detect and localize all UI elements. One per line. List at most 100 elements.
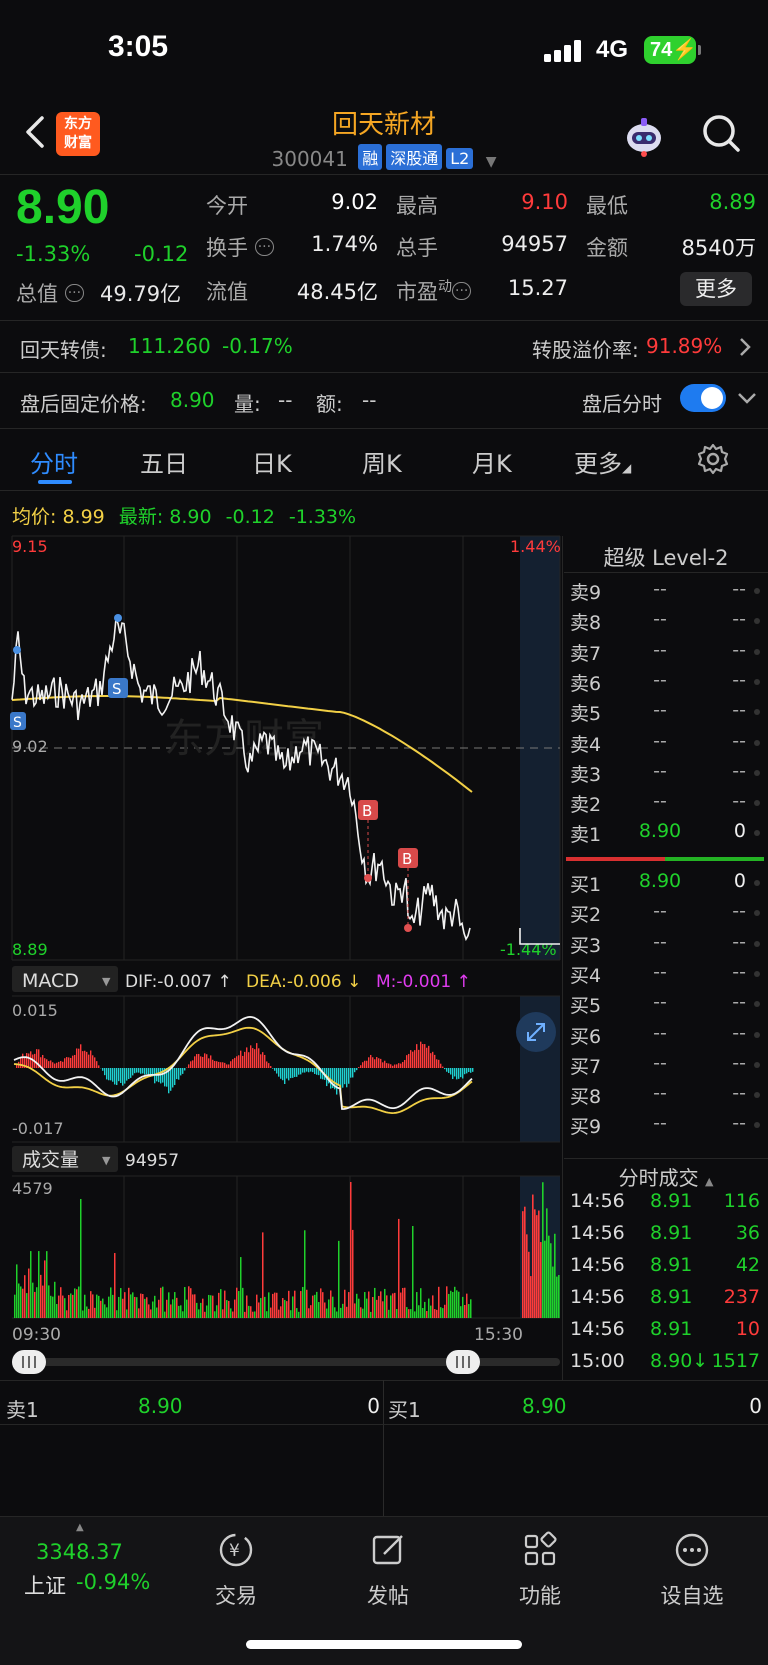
tab-monthly-k[interactable]: 月K <box>472 444 512 479</box>
ask-row[interactable]: 卖9 -- -- <box>570 578 760 608</box>
volume-bar <box>230 1308 232 1318</box>
gear-icon[interactable] <box>696 442 730 476</box>
info-icon[interactable]: ··· <box>254 238 275 256</box>
volume-bar <box>336 1311 338 1318</box>
turnover-label[interactable]: 换手 ··· <box>206 232 275 262</box>
ask-volume: -- <box>732 790 746 813</box>
bottom-bid-vol: 0 <box>749 1394 762 1418</box>
volume-bar <box>302 1286 304 1318</box>
macd-bar <box>234 1057 236 1068</box>
bid-row[interactable]: 买9 -- -- <box>570 1112 760 1142</box>
avg-label: 均价: <box>12 506 57 528</box>
premium-label[interactable]: 转股溢价率: <box>532 334 639 363</box>
status-dot <box>754 588 760 594</box>
macd-bar <box>190 1061 192 1068</box>
chevron-down-icon[interactable] <box>736 390 758 406</box>
macd-bar <box>36 1049 38 1068</box>
dropdown-caret-icon[interactable]: ▼ <box>486 154 497 170</box>
afterhours-vol: -- <box>278 388 293 412</box>
macd-bar <box>418 1049 420 1068</box>
tab-more[interactable]: 更多◢ <box>574 444 631 479</box>
afterhours-toggle[interactable] <box>680 384 726 412</box>
macd-bar <box>222 1062 224 1068</box>
volume-bar <box>348 1292 350 1318</box>
nav-functions[interactable]: 功能 <box>480 1530 600 1610</box>
nav-post[interactable]: 发帖 <box>328 1530 448 1610</box>
caret-up-icon: ▲ <box>76 1522 84 1533</box>
more-quote-button[interactable]: 更多 <box>680 272 752 306</box>
macd-bar <box>86 1051 88 1068</box>
ask-row[interactable]: 卖6 -- -- <box>570 669 760 699</box>
macd-dea: DEA:-0.006 ↓ <box>246 972 361 992</box>
tab-intraday[interactable]: 分时 <box>30 444 78 479</box>
volume-bar <box>148 1304 150 1318</box>
macd-bar <box>448 1068 450 1073</box>
ask-row[interactable]: 卖1 8.90 0 <box>570 820 760 850</box>
bid-label: 买1 <box>570 874 602 896</box>
tab-five-day[interactable]: 五日 <box>140 444 188 479</box>
turnover-label-text: 换手 <box>206 236 248 260</box>
bid-price: -- <box>653 1021 667 1044</box>
robot-assistant-icon[interactable] <box>622 114 666 158</box>
volume-bar <box>416 1292 418 1318</box>
bid-row[interactable]: 买5 -- -- <box>570 991 760 1021</box>
macd-bar <box>124 1068 126 1084</box>
macd-bar <box>60 1060 62 1068</box>
bond-label[interactable]: 回天转债: <box>20 334 107 363</box>
intraday-chart[interactable]: 东方财富 9.15 1.44% 9.02 8.89 -1.44% S S B B… <box>0 530 564 1390</box>
volume-bar <box>60 1287 62 1318</box>
divider <box>0 1424 768 1425</box>
info-icon[interactable]: ··· <box>64 284 85 302</box>
nav-watchlist[interactable]: 设自选 <box>632 1530 752 1610</box>
volume-bar <box>260 1298 262 1318</box>
info-icon[interactable]: ··· <box>452 282 472 300</box>
bid-row[interactable]: 买7 -- -- <box>570 1052 760 1082</box>
macd-bar <box>226 1064 228 1068</box>
volume-bar <box>384 1288 386 1318</box>
index-pct[interactable]: -0.94% <box>76 1570 150 1594</box>
bid-row[interactable]: 买4 -- -- <box>570 961 760 991</box>
ask-row[interactable]: 卖2 -- -- <box>570 790 760 820</box>
range-handle-left[interactable] <box>12 1350 46 1374</box>
range-handle-right[interactable] <box>446 1350 480 1374</box>
nav-trade[interactable]: ¥ 交易 <box>176 1530 296 1610</box>
bid-row[interactable]: 买8 -- -- <box>570 1082 760 1112</box>
volume-bar <box>314 1294 316 1318</box>
ask-row[interactable]: 卖4 -- -- <box>570 730 760 760</box>
volume-bar <box>402 1287 404 1318</box>
volume-bar <box>154 1295 156 1318</box>
volume-bar <box>202 1298 204 1318</box>
ask-row[interactable]: 卖3 -- -- <box>570 760 760 790</box>
search-icon[interactable] <box>700 112 742 154</box>
volume-bar <box>144 1298 146 1318</box>
volume-bar <box>106 1307 108 1318</box>
index-value[interactable]: 3348.37 <box>36 1540 123 1564</box>
volume-bar <box>264 1296 266 1318</box>
volume-bar <box>382 1301 384 1318</box>
volume-bar <box>150 1309 152 1318</box>
market-cap-label[interactable]: 总值 ··· <box>16 278 85 308</box>
pe-label[interactable]: 市盈动 ··· <box>396 276 472 306</box>
bid-volume: -- <box>732 1082 746 1105</box>
ask-row[interactable]: 卖5 -- -- <box>570 699 760 729</box>
home-indicator[interactable] <box>246 1640 522 1649</box>
tab-weekly-k[interactable]: 周K <box>362 444 402 479</box>
tab-daily-k[interactable]: 日K <box>252 444 292 479</box>
bid-row[interactable]: 买6 -- -- <box>570 1022 760 1052</box>
macd-bar <box>210 1055 212 1068</box>
expand-chart-button[interactable] <box>516 1012 556 1052</box>
volume-bar <box>418 1305 420 1318</box>
bid-row[interactable]: 买3 -- -- <box>570 931 760 961</box>
bid-row[interactable]: 买2 -- -- <box>570 900 760 930</box>
ticks-title[interactable]: 分时成交 ▲ <box>564 1162 768 1191</box>
index-name[interactable]: 上证 <box>24 1570 66 1600</box>
volume-bar <box>14 1294 16 1318</box>
volume-bar <box>84 1294 86 1318</box>
bid-row[interactable]: 买1 8.90 0 <box>570 870 760 900</box>
level2-title[interactable]: 超级 Level-2 <box>564 542 768 572</box>
chevron-right-icon[interactable] <box>738 336 752 358</box>
ask-row[interactable]: 卖7 -- -- <box>570 639 760 669</box>
ask-row[interactable]: 卖8 -- -- <box>570 608 760 638</box>
bid-volume: -- <box>732 960 746 983</box>
volume-bar <box>342 1303 344 1318</box>
